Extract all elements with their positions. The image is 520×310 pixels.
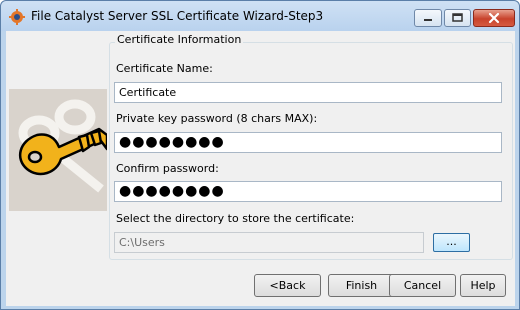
- finish-button[interactable]: Finish: [328, 274, 395, 297]
- wizard-body: Certificate Information Certificate Name…: [6, 31, 515, 306]
- maximize-icon: [452, 13, 463, 22]
- key-icon: [9, 89, 107, 211]
- minimize-icon: [424, 19, 432, 21]
- minimize-button[interactable]: [414, 9, 442, 27]
- certificate-name-input[interactable]: Certificate: [114, 82, 502, 103]
- directory-input: C:\Users: [114, 232, 424, 253]
- confirm-password-label: Confirm password:: [116, 162, 219, 175]
- help-button[interactable]: Help: [460, 274, 506, 297]
- browse-button[interactable]: ...: [433, 233, 470, 252]
- wizard-window: File Catalyst Server SSL Certificate Wiz…: [0, 0, 520, 310]
- cancel-button[interactable]: Cancel: [389, 274, 456, 297]
- window-title: File Catalyst Server SSL Certificate Wiz…: [31, 9, 324, 23]
- back-button[interactable]: <Back: [254, 274, 321, 297]
- directory-label: Select the directory to store the certif…: [116, 212, 355, 225]
- close-button[interactable]: [473, 9, 515, 27]
- private-key-password-input[interactable]: ●●●●●●●●: [114, 132, 502, 153]
- title-bar[interactable]: File Catalyst Server SSL Certificate Wiz…: [1, 1, 519, 31]
- group-title: Certificate Information: [115, 33, 244, 46]
- certificate-name-label: Certificate Name:: [116, 62, 213, 75]
- app-logo-icon: [9, 9, 25, 25]
- close-icon: [488, 12, 500, 24]
- private-key-password-label: Private key password (8 chars MAX):: [116, 112, 318, 125]
- maximize-button[interactable]: [444, 9, 471, 27]
- confirm-password-input[interactable]: ●●●●●●●●: [114, 181, 502, 202]
